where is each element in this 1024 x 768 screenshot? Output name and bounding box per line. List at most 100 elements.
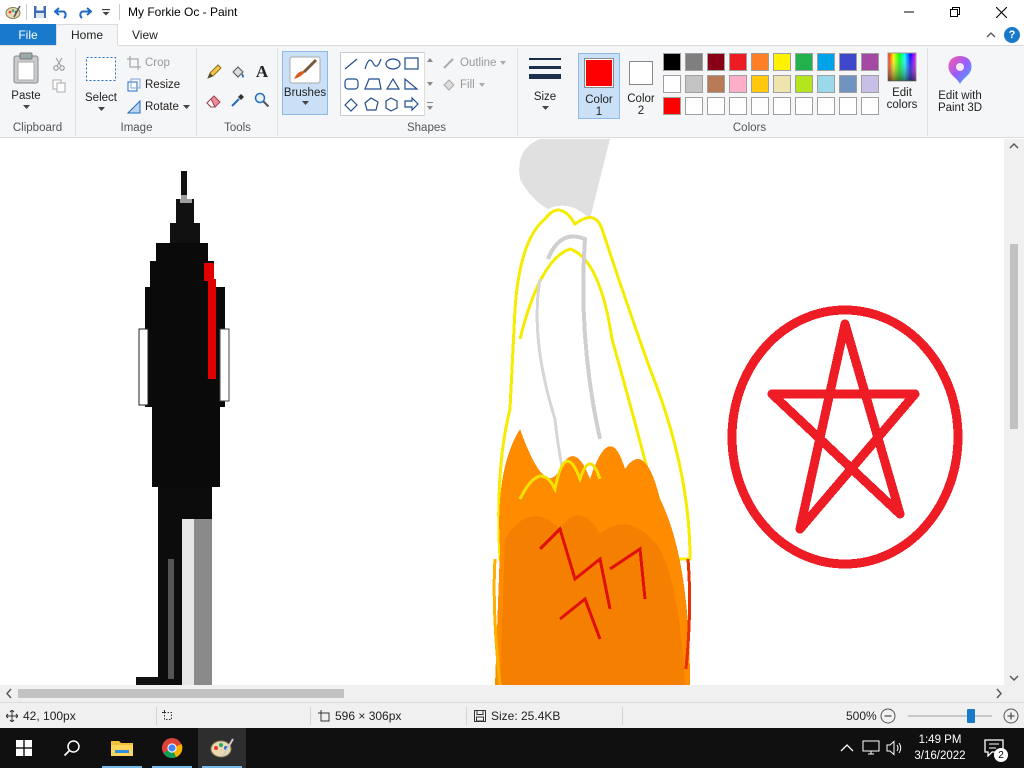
palette-swatch[interactable] (751, 53, 769, 71)
palette-swatch[interactable] (861, 53, 879, 71)
close-button[interactable] (978, 0, 1024, 24)
palette-swatch[interactable] (685, 75, 703, 93)
save-icon[interactable] (29, 1, 51, 23)
palette-swatch[interactable] (685, 97, 703, 115)
palette-swatch[interactable] (795, 75, 813, 93)
taskbar-chrome[interactable] (148, 728, 196, 768)
palette-swatch[interactable] (817, 97, 835, 115)
show-hidden-icons-chevron-icon[interactable] (838, 741, 856, 755)
palette-swatch[interactable] (795, 53, 813, 71)
chevron-down-icon (301, 101, 309, 105)
palette-swatch[interactable] (729, 75, 747, 93)
resize-icon (127, 78, 141, 92)
copy-icon[interactable] (49, 76, 69, 96)
resize-button[interactable]: Resize (127, 78, 180, 92)
palette-swatch[interactable] (773, 53, 791, 71)
paste-button[interactable]: Paste (6, 52, 46, 110)
scroll-down-icon[interactable] (1004, 671, 1024, 685)
eraser-icon[interactable] (204, 90, 224, 110)
palette-swatch[interactable] (773, 75, 791, 93)
vertical-scrollbar[interactable] (1004, 139, 1024, 685)
palette-swatch[interactable] (729, 97, 747, 115)
palette-swatch[interactable] (707, 75, 725, 93)
palette-swatch[interactable] (839, 75, 857, 93)
scroll-left-icon[interactable] (2, 685, 16, 702)
palette-swatch[interactable] (773, 97, 791, 115)
drawing-canvas[interactable] (0, 139, 1004, 685)
crop-button[interactable]: Crop (127, 56, 170, 70)
colors-group: Color 1 Color 2 Edit colors Colors (572, 48, 928, 136)
color2-button[interactable]: Color 2 (622, 53, 660, 119)
fill-button[interactable]: Fill (442, 78, 485, 92)
edit-with-paint3d-button[interactable]: Edit with Paint 3D (932, 54, 988, 114)
palette-swatch[interactable] (707, 53, 725, 71)
outline-button[interactable]: Outline (442, 56, 507, 70)
taskbar-file-explorer[interactable] (98, 728, 146, 768)
palette-swatch[interactable] (795, 97, 813, 115)
color-spectrum-icon (887, 52, 917, 82)
tab-home[interactable]: Home (56, 24, 119, 46)
status-divider (310, 707, 311, 725)
minimize-button[interactable] (886, 0, 932, 24)
undo-icon[interactable] (51, 1, 73, 23)
palette-swatch[interactable] (663, 75, 681, 93)
brushes-label: Brushes (283, 87, 327, 99)
tab-view[interactable]: View (118, 24, 172, 45)
vertical-scroll-thumb[interactable] (1010, 244, 1018, 429)
palette-swatch[interactable] (839, 97, 857, 115)
cut-icon[interactable] (49, 54, 69, 74)
edit-colors-button[interactable]: Edit colors (880, 52, 924, 111)
palette-swatch[interactable] (707, 97, 725, 115)
palette-swatch[interactable] (729, 53, 747, 71)
help-icon[interactable]: ? (1004, 27, 1020, 43)
zoom-slider[interactable] (908, 709, 992, 723)
magnifier-icon[interactable] (252, 90, 272, 110)
network-icon[interactable] (862, 740, 880, 756)
taskbar-paint[interactable] (198, 728, 246, 768)
size-button[interactable]: Size (525, 56, 565, 111)
scroll-up-icon[interactable] (1004, 139, 1024, 153)
palette-swatch[interactable] (839, 53, 857, 71)
horizontal-scrollbar[interactable] (0, 685, 1024, 702)
tab-file[interactable]: File (0, 24, 56, 45)
palette-swatch[interactable] (751, 97, 769, 115)
image-size-text: 596 × 306px (335, 709, 402, 723)
palette-swatch[interactable] (817, 75, 835, 93)
shapes-gallery[interactable] (340, 52, 434, 116)
customize-toolbar-chevron-icon[interactable] (95, 1, 117, 23)
select-button[interactable]: Select (81, 56, 121, 112)
action-center-button[interactable]: 2 (982, 728, 1008, 768)
horizontal-scroll-thumb[interactable] (18, 689, 344, 698)
palette-swatch[interactable] (861, 75, 879, 93)
color-picker-icon[interactable] (228, 90, 248, 110)
shapes-gallery-scroll[interactable] (424, 52, 434, 116)
taskbar-clock[interactable]: 1:49 PM 3/16/2022 (900, 732, 980, 764)
palette-swatch[interactable] (663, 53, 681, 71)
fill-bucket-icon[interactable] (228, 62, 248, 82)
palette-swatch[interactable] (817, 53, 835, 71)
zoom-in-button[interactable] (1003, 703, 1019, 729)
pencil-icon[interactable] (204, 62, 224, 82)
color1-button[interactable]: Color 1 (578, 53, 620, 119)
palette-swatch[interactable] (751, 75, 769, 93)
palette-swatch[interactable] (861, 97, 879, 115)
palette-swatch[interactable] (663, 97, 681, 115)
palette-swatch[interactable] (685, 53, 703, 71)
scroll-right-icon[interactable] (992, 685, 1006, 702)
chevron-down-icon (97, 107, 105, 111)
toolbar-separator (26, 4, 27, 20)
text-tool-icon[interactable]: A (252, 62, 272, 82)
zoom-out-button[interactable] (880, 703, 896, 729)
redo-icon[interactable] (73, 1, 95, 23)
clock-date: 3/16/2022 (914, 750, 966, 762)
ribbon-tabs: File Home View ? (0, 24, 1024, 46)
maximize-button[interactable] (932, 0, 978, 24)
search-button[interactable] (48, 728, 96, 768)
start-button[interactable] (0, 728, 48, 768)
zoom-slider-thumb[interactable] (967, 709, 975, 723)
status-bar: 42, 100px 596 × 306px Size: 25.4KB 500% (0, 702, 1024, 728)
collapse-ribbon-icon[interactable] (986, 31, 996, 39)
rotate-button[interactable]: Rotate (127, 100, 190, 114)
brushes-button[interactable]: Brushes (282, 51, 328, 115)
paint-app-icon[interactable] (2, 1, 24, 23)
